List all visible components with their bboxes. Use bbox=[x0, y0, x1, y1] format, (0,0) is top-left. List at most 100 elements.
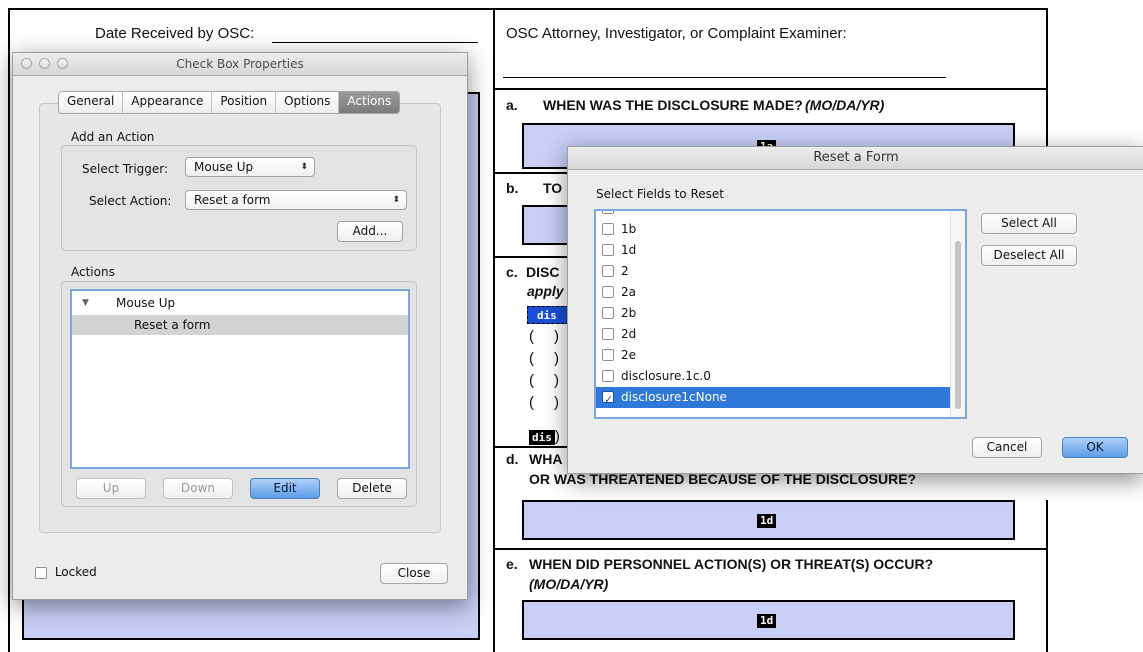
tab-appearance[interactable]: Appearance bbox=[123, 92, 213, 113]
field-label: 2d bbox=[621, 327, 637, 341]
checkmark-icon: ✓ bbox=[604, 392, 614, 406]
tab-position[interactable]: Position bbox=[212, 92, 277, 113]
section-divider-ab bbox=[493, 172, 573, 174]
edit-action-button[interactable]: Edit bbox=[250, 478, 320, 499]
form-left-border bbox=[8, 8, 10, 652]
move-down-button[interactable]: Down bbox=[163, 478, 233, 499]
fields-list[interactable]: 1b 1d 2 2a 2b 2d 2e disclosure.1c.0 ✓ dis… bbox=[594, 209, 967, 419]
dis-checkbox-row[interactable]: dis) bbox=[529, 428, 560, 445]
field-row-disclosure-1c-0[interactable]: disclosure.1c.0 bbox=[596, 366, 953, 387]
locked-checkbox-row[interactable]: Locked bbox=[35, 565, 97, 579]
tree-node-mouse-up[interactable]: ▼ Mouse Up bbox=[72, 293, 408, 313]
field-label: disclosure1cNone bbox=[621, 390, 727, 404]
field-checkbox[interactable] bbox=[602, 348, 614, 361]
disclosure-checkbox-selected[interactable]: dis bbox=[527, 306, 569, 324]
select-action-dropdown[interactable]: Reset a form ⬍ bbox=[185, 190, 407, 210]
updown-arrows-icon: ⬍ bbox=[392, 195, 400, 205]
reset-form-titlebar[interactable]: Reset a Form bbox=[568, 147, 1143, 170]
field-1d[interactable]: 1d bbox=[522, 500, 1015, 540]
close-button[interactable]: Close bbox=[380, 563, 448, 584]
osc-attorney-line bbox=[503, 77, 946, 78]
tab-bar: General Appearance Position Options Acti… bbox=[58, 91, 401, 114]
date-received-line bbox=[272, 42, 478, 43]
field-checkbox[interactable] bbox=[602, 327, 614, 340]
field-checkbox-checked[interactable]: ✓ bbox=[602, 390, 614, 406]
fields-list-scrollbar[interactable] bbox=[950, 211, 965, 417]
disclosure-triangle-icon[interactable]: ▼ bbox=[82, 293, 89, 313]
move-up-button[interactable]: Up bbox=[76, 478, 146, 499]
section-c-letter: c. bbox=[506, 264, 518, 280]
tab-actions[interactable]: Actions bbox=[339, 92, 400, 113]
actions-tree-list[interactable]: ▼ Mouse Up Reset a form bbox=[70, 289, 410, 469]
paren-close: ) bbox=[554, 372, 559, 389]
field-row-2d[interactable]: 2d bbox=[596, 324, 953, 345]
add-action-button[interactable]: Add... bbox=[337, 221, 403, 242]
paren-open: ( bbox=[529, 350, 534, 367]
field-row-2e[interactable]: 2e bbox=[596, 345, 953, 366]
close-window-icon[interactable] bbox=[21, 58, 32, 69]
field-row-2[interactable]: 2 bbox=[596, 261, 953, 282]
deselect-all-button[interactable]: Deselect All bbox=[981, 245, 1077, 266]
paren-row-4[interactable]: () bbox=[529, 394, 559, 411]
section-c-line2: apply bbox=[527, 283, 564, 299]
section-e-title: WHEN DID PERSONNEL ACTION(S) OR THREAT(S… bbox=[529, 556, 934, 572]
field-checkbox[interactable] bbox=[602, 211, 614, 214]
field-label: 2 bbox=[621, 264, 629, 278]
cancel-button[interactable]: Cancel bbox=[972, 437, 1042, 458]
select-all-button[interactable]: Select All bbox=[981, 213, 1077, 234]
field-checkbox[interactable] bbox=[602, 285, 614, 298]
section-c-title: DISC bbox=[526, 264, 560, 280]
section-a-title: WHEN WAS THE DISCLOSURE MADE? bbox=[543, 97, 803, 113]
tab-general[interactable]: General bbox=[59, 92, 124, 113]
paren-open: ( bbox=[529, 328, 534, 345]
minimize-window-icon[interactable] bbox=[39, 58, 50, 69]
fields-heading: Select Fields to Reset bbox=[596, 187, 724, 201]
paren-open: ( bbox=[529, 394, 534, 411]
reset-form-dialog: Reset a Form Select Fields to Reset 1b 1… bbox=[567, 146, 1143, 474]
section-b-title: TO bbox=[543, 180, 563, 196]
field-checkbox[interactable] bbox=[602, 306, 614, 319]
paren-row-2[interactable]: () bbox=[529, 350, 559, 367]
window-title: Check Box Properties bbox=[176, 57, 304, 71]
check-box-properties-titlebar[interactable]: Check Box Properties bbox=[13, 53, 467, 76]
section-divider-de bbox=[493, 548, 1048, 550]
form-row-divider bbox=[493, 88, 1048, 90]
tree-node-reset-a-form[interactable]: Reset a form bbox=[72, 315, 408, 335]
field-checkbox[interactable] bbox=[602, 369, 614, 382]
dialog-title: Reset a Form bbox=[813, 150, 899, 165]
field-checkbox[interactable] bbox=[602, 243, 614, 256]
paren-row-1[interactable]: () bbox=[529, 328, 559, 345]
delete-action-button[interactable]: Delete bbox=[337, 478, 407, 499]
scrollbar-thumb[interactable] bbox=[955, 241, 961, 409]
paren-row-3[interactable]: () bbox=[529, 372, 559, 389]
section-b-letter: b. bbox=[506, 180, 519, 196]
field-row[interactable] bbox=[596, 211, 953, 219]
field-1d-tag: 1d bbox=[757, 514, 777, 528]
field-checkbox[interactable] bbox=[602, 264, 614, 277]
field-row-2b[interactable]: 2b bbox=[596, 303, 953, 324]
actions-heading: Actions bbox=[71, 265, 115, 279]
locked-checkbox[interactable] bbox=[35, 566, 47, 579]
section-a-letter: a. bbox=[506, 97, 518, 113]
add-action-heading: Add an Action bbox=[71, 130, 155, 144]
section-e-letter: e. bbox=[506, 556, 518, 572]
check-box-properties-window: Check Box Properties General Appearance … bbox=[12, 52, 468, 600]
field-row-2a[interactable]: 2a bbox=[596, 282, 953, 303]
field-row-disclosure1cNone[interactable]: ✓ disclosure1cNone bbox=[596, 387, 953, 408]
osc-attorney-label: OSC Attorney, Investigator, or Complaint… bbox=[506, 25, 847, 42]
zoom-window-icon[interactable] bbox=[57, 58, 68, 69]
paren-open: ( bbox=[529, 372, 534, 389]
section-a-subtitle: (MO/DA/YR) bbox=[805, 97, 885, 113]
fields-list-rows: 1b 1d 2 2a 2b 2d 2e disclosure.1c.0 ✓ dis… bbox=[596, 211, 953, 408]
field-row-1d[interactable]: 1d bbox=[596, 240, 953, 261]
form-column-divider bbox=[493, 8, 495, 652]
field-checkbox[interactable] bbox=[602, 222, 614, 235]
ok-button[interactable]: OK bbox=[1062, 437, 1128, 458]
paren-close: ) bbox=[554, 328, 559, 345]
disclosure-checkbox-tag: dis bbox=[537, 309, 557, 322]
paren-close: ) bbox=[554, 350, 559, 367]
field-1e[interactable]: 1d bbox=[522, 600, 1015, 640]
field-row-1b[interactable]: 1b bbox=[596, 219, 953, 240]
tab-options[interactable]: Options bbox=[276, 92, 340, 113]
select-trigger-dropdown[interactable]: Mouse Up ⬍ bbox=[185, 157, 315, 177]
